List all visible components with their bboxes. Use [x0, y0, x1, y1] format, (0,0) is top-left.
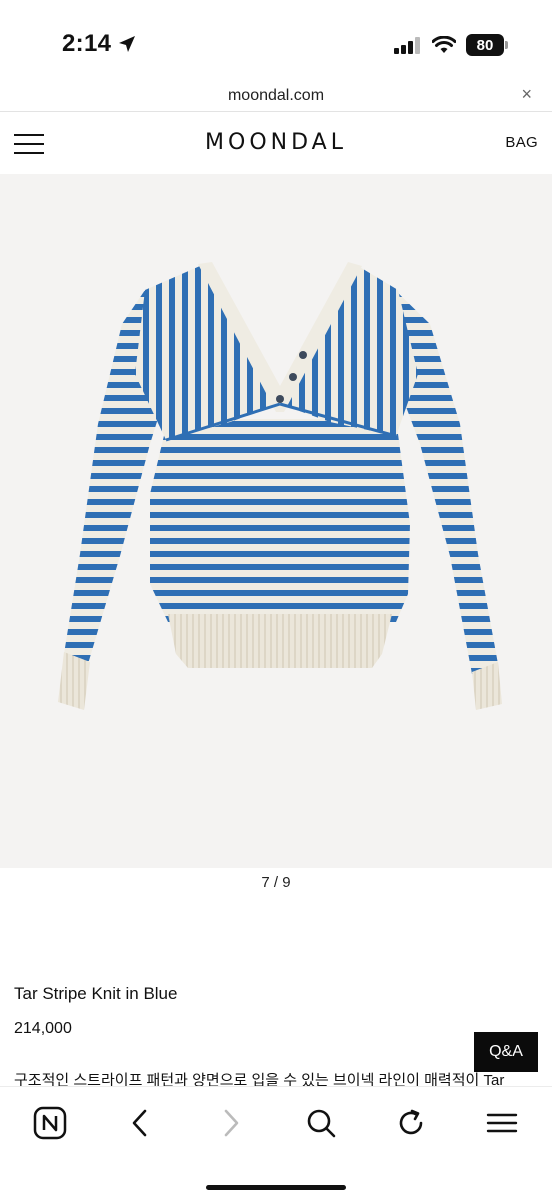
forward-icon[interactable]: [211, 1103, 251, 1143]
wifi-icon: [432, 36, 456, 53]
product-price: 214,000: [14, 1020, 72, 1037]
battery-level: 80: [476, 36, 494, 54]
site-logo[interactable]: MOONDAL: [0, 130, 552, 155]
cellular-signal-icon: [394, 37, 420, 54]
status-bar: 2:14 80: [0, 0, 552, 80]
bag-link[interactable]: BAG: [505, 134, 538, 151]
status-time: 2:14: [62, 30, 137, 58]
close-icon[interactable]: ×: [521, 84, 532, 105]
url-bar[interactable]: moondal.com ×: [0, 80, 552, 112]
menu-icon[interactable]: [482, 1103, 522, 1143]
browser-toolbar: [0, 1086, 552, 1200]
home-indicator[interactable]: [206, 1185, 346, 1190]
naver-home-icon[interactable]: [30, 1103, 70, 1143]
url-text[interactable]: moondal.com: [0, 87, 552, 105]
image-pager: 7 / 9: [261, 874, 291, 891]
striped-sweater-image: [58, 262, 502, 710]
product-image[interactable]: [0, 174, 552, 868]
location-arrow-icon: [119, 36, 136, 52]
qa-button[interactable]: Q&A: [474, 1032, 538, 1072]
time-text: 2:14: [62, 30, 112, 57]
site-header: MOONDAL BAG: [0, 112, 552, 174]
search-icon[interactable]: [301, 1103, 341, 1143]
reload-icon[interactable]: [391, 1103, 431, 1143]
battery-icon: 80: [466, 34, 508, 56]
status-indicators: 80: [394, 34, 508, 56]
product-title: Tar Stripe Knit in Blue: [14, 984, 178, 1003]
back-icon[interactable]: [120, 1103, 160, 1143]
